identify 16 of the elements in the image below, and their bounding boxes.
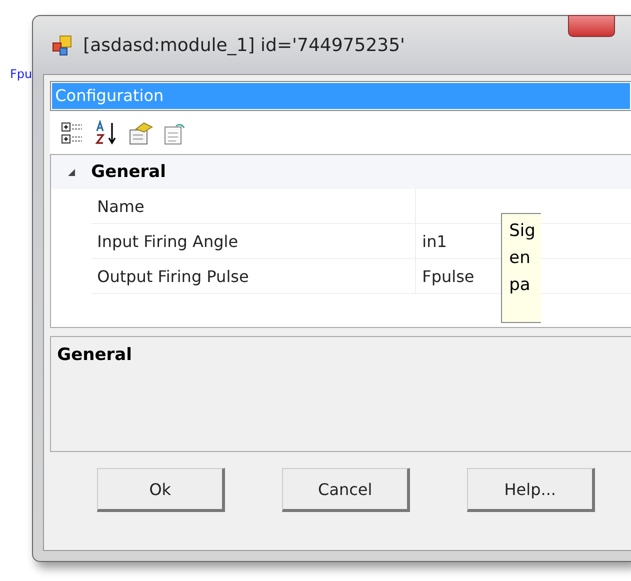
property-pages-icon[interactable] — [128, 120, 154, 146]
property-value[interactable]: Fpulse — [416, 259, 474, 293]
property-name: Output Firing Pulse — [91, 259, 416, 293]
property-name: Name — [91, 189, 416, 223]
dialog-button[interactable]: Help... — [467, 468, 596, 512]
category-label: General — [91, 162, 166, 182]
description-title: General — [56, 344, 133, 365]
property-name: Input Firing Angle — [91, 224, 416, 258]
close-button[interactable] — [568, 15, 616, 37]
window-title: [asdasd:module_1] id='744975235' — [83, 34, 406, 56]
dialog-button[interactable]: Ok — [97, 468, 226, 512]
dialog-button[interactable]: Cancel — [282, 468, 410, 512]
property-value[interactable]: in1 — [416, 224, 447, 258]
collapse-triangle-icon[interactable] — [66, 168, 76, 176]
background-label: Fpu — [9, 67, 32, 81]
tooltip: Sig en pa — [501, 213, 542, 323]
